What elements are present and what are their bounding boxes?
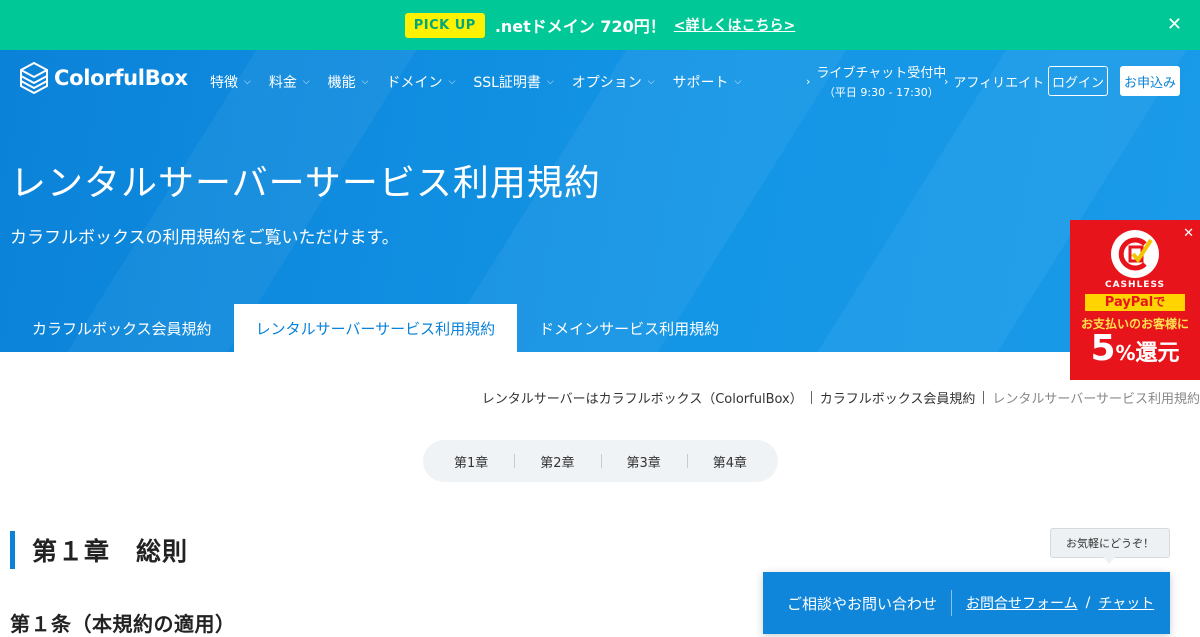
nav-item-domain[interactable]: ドメイン ⌵ [386,72,455,92]
contact-divider [951,590,953,616]
chapter-link-1[interactable]: 第1章 [428,452,514,471]
logo-cube-icon [20,62,48,94]
page-subtitle: カラフルボックスの利用規約をご覧いただけます。 [10,228,399,248]
chapter-link-3[interactable]: 第3章 [600,452,687,471]
login-button[interactable]: ログイン [1048,66,1108,96]
chapter-link-4[interactable]: 第4章 [686,452,773,471]
main-nav: 特徴 ⌵ 料金 ⌵ 機能 ⌵ ドメイン ⌵ SSL証明書 ⌵ オプション ⌵ サポート ⌵ [210,72,741,92]
tab-member-terms[interactable]: カラフルボックス会員規約 [10,304,234,352]
nav-item-pricing[interactable]: 料金 ⌵ [269,72,310,92]
chevron-down-icon: ⌵ [448,77,456,87]
breadcrumb-separator [810,391,812,404]
nav-item-ssl[interactable]: SSL証明書 ⌵ [473,72,553,92]
chevron-right-icon: › [944,75,949,88]
pickup-badge: PICK UP [404,12,485,38]
paypal-suffix: で [1153,295,1166,309]
page-title: レンタルサーバーサービス利用規約 [10,163,601,204]
breadcrumb-separator [983,391,985,404]
nav-label: 特徴 [210,75,238,91]
chat-status: ライブチャット受付中 [816,66,947,81]
nav-item-functions[interactable]: 機能 ⌵ [328,72,369,92]
nav-item-options[interactable]: オプション ⌵ [572,72,655,92]
logo-text: ColorfulBox [54,66,188,90]
breadcrumb: レンタルサーバーはカラフルボックス（ColorfulBox） カラフルボックス会… [482,388,1200,407]
chevron-right-icon: › [806,74,811,88]
chevron-down-icon: ⌵ [647,77,655,87]
chapter-nav: 第1章 第2章 第3章 第4章 [423,440,778,482]
cashless-promo-badge[interactable]: ✕ CASHLESS PayPalで お支払いのお客様に 5%還元 [1070,220,1200,380]
breadcrumb-current: レンタルサーバーサービス利用規約 [992,392,1200,407]
cashless-logo-icon [1111,230,1159,278]
site-logo[interactable]: ColorfulBox [20,62,188,94]
close-icon[interactable]: ✕ [1167,14,1182,35]
nav-label: SSL証明書 [473,75,541,91]
nav-item-features[interactable]: 特徴 ⌵ [210,72,251,92]
contact-form-link[interactable]: お問合せフォーム [966,593,1078,613]
contact-label: ご相談やお問い合わせ [787,594,938,613]
nav-label: ドメイン [386,75,443,91]
reward-text: 還元 [1135,341,1180,366]
affiliate-label: アフィリエイト [953,76,1045,91]
terms-tabs: カラフルボックス会員規約 レンタルサーバーサービス利用規約 ドメインサービス利用… [10,304,741,352]
promo-message: .netドメイン 720円！ [494,17,666,36]
promo-bar: PICK UP .netドメイン 720円！ <詳しくはこちら> ✕ [0,0,1200,50]
breadcrumb-member-terms[interactable]: カラフルボックス会員規約 [820,388,976,407]
hero: ColorfulBox 特徴 ⌵ 料金 ⌵ 機能 ⌵ ドメイン ⌵ SSL証明書 ⌵ オプ… [0,50,1200,352]
nav-label: 料金 [268,75,297,91]
nav-label: サポート [672,75,729,91]
chevron-down-icon: ⌵ [734,77,742,87]
chapter-heading: 第１章 総則 [10,531,188,569]
reward-percent-sign: % [1115,341,1136,365]
nav-item-support[interactable]: サポート ⌵ [673,72,742,92]
nav-label: オプション [571,75,642,91]
nav-label: 機能 [327,75,356,91]
affiliate-link[interactable]: › アフィリエイト [944,72,1044,91]
paypal-label: PayPalで [1085,294,1185,311]
chat-hours: （平日 9:30 - 17:30） [823,86,939,99]
chevron-down-icon: ⌵ [244,77,251,87]
cashless-brand: CASHLESS [1104,280,1166,290]
chevron-down-icon: ⌵ [361,77,369,87]
tab-domain-terms[interactable]: ドメインサービス利用規約 [517,304,741,352]
tab-rental-server-terms[interactable]: レンタルサーバーサービス利用規約 [233,304,518,352]
contact-bubble: お気軽にどうぞ！ [1050,528,1170,564]
article-heading: 第１条（本規約の適用） [10,612,236,636]
chevron-down-icon: ⌵ [546,77,554,87]
contact-slash: / [1085,595,1091,611]
close-icon[interactable]: ✕ [1183,226,1194,241]
contact-widget: ご相談やお問い合わせ お問合せフォーム / チャット [763,572,1170,634]
paypal-text: PayPal [1104,295,1154,310]
contact-chat-link[interactable]: チャット [1098,593,1154,613]
breadcrumb-home[interactable]: レンタルサーバーはカラフルボックス（ColorfulBox） [482,388,803,407]
apply-button[interactable]: お申込み [1120,66,1180,96]
chevron-down-icon: ⌵ [302,77,310,87]
chapter-link-2[interactable]: 第2章 [514,452,600,471]
promo-details-link[interactable]: <詳しくはこちら> [674,15,795,35]
reward-percent: 5 [1090,328,1116,369]
cashless-reward: 5%還元 [1070,328,1200,369]
live-chat-link[interactable]: › ライブチャット受付中 （平日 9:30 - 17:30） [806,62,946,100]
